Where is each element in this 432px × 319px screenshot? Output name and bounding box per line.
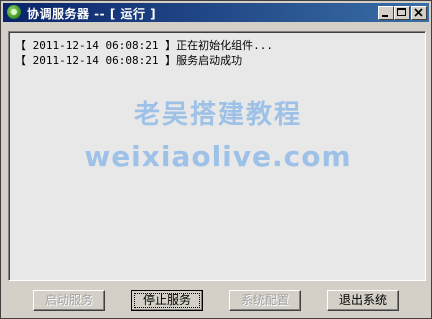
watermark-title: 老吴搭建教程 bbox=[133, 100, 302, 130]
stop-service-button[interactable]: 停止服务 bbox=[131, 290, 203, 311]
exit-system-button[interactable]: 退出系统 bbox=[327, 290, 399, 311]
watermark-url: weixiaolive.com bbox=[84, 140, 352, 173]
app-icon bbox=[7, 5, 21, 19]
log-panel[interactable]: 【 2011-12-14 06:08:21 】正在初始化组件... 【 2011… bbox=[8, 31, 426, 281]
start-service-button[interactable]: 启动服务 bbox=[33, 290, 105, 311]
maximize-icon bbox=[397, 8, 406, 16]
system-config-button[interactable]: 系统配置 bbox=[229, 290, 301, 311]
close-icon bbox=[414, 8, 423, 17]
log-entry: 【 2011-12-14 06:08:21 】正在初始化组件... bbox=[15, 39, 273, 52]
log-entry: 【 2011-12-14 06:08:21 】服务启动成功 bbox=[15, 54, 243, 67]
minimize-button[interactable] bbox=[378, 6, 394, 20]
window-title: 协调服务器 -- [ 运行 ] bbox=[27, 7, 157, 21]
maximize-button[interactable] bbox=[394, 6, 410, 20]
main-window: 协调服务器 -- [ 运行 ] 【 2011-12-14 06:08:21 】正… bbox=[0, 0, 432, 319]
close-button[interactable] bbox=[411, 6, 427, 20]
minimize-icon bbox=[382, 15, 388, 17]
title-bar[interactable]: 协调服务器 -- [ 运行 ] bbox=[3, 3, 429, 22]
